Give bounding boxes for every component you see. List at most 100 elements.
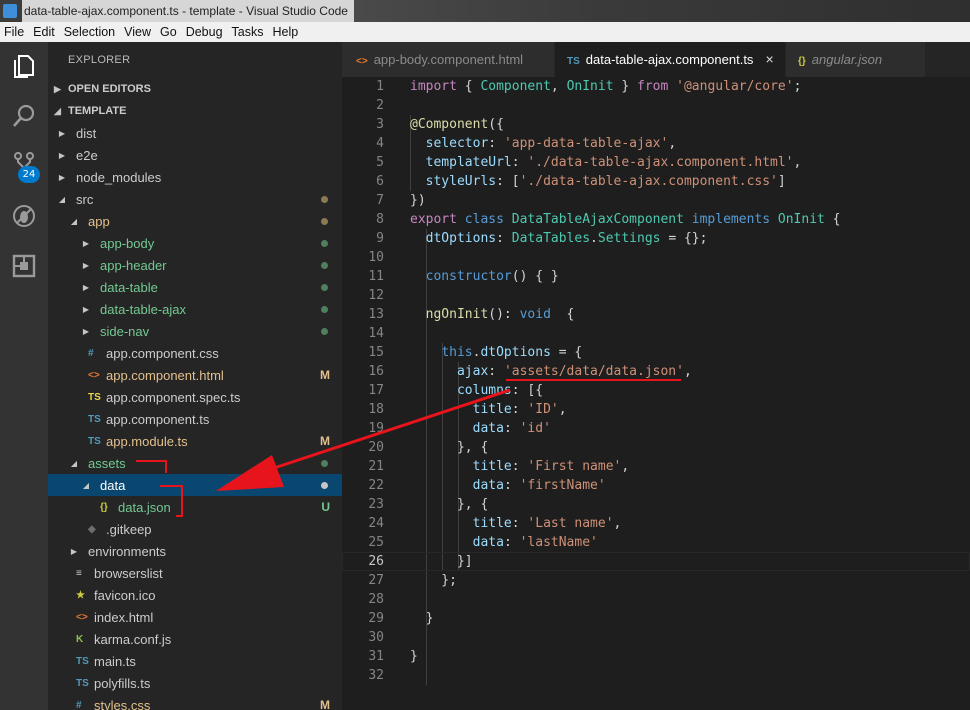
line-number: 19 (368, 421, 384, 436)
tree-file-app-module-ts[interactable]: TS app.module.ts M (48, 430, 342, 452)
code-line: 12 (342, 286, 970, 305)
json-file-icon: {} (798, 56, 806, 67)
code-editor[interactable]: 1 import { Component, OnInit } from '@ang… (342, 77, 970, 710)
tree-folder-app-body[interactable]: ▶ app-body (48, 232, 342, 254)
code-line: 31} (342, 647, 970, 666)
extensions-icon[interactable] (8, 250, 40, 282)
code-line: 24 title: 'Last name', (342, 514, 970, 533)
git-status-dot (321, 305, 328, 313)
explorer-sidebar: EXPLORER ▶ OPEN EDITORS ◢ TEMPLATE ▶ dist ▶ e… (48, 42, 342, 710)
tree-file-main-ts[interactable]: TS main.ts (48, 650, 342, 672)
line-number: 13 (368, 307, 384, 322)
debug-icon[interactable] (8, 200, 40, 232)
file-type-icon: K (76, 633, 84, 645)
search-icon[interactable] (8, 100, 40, 132)
line-number: 11 (368, 269, 384, 284)
tree-item-label: environments (88, 543, 167, 559)
tree-file-data-json[interactable]: {} data.json U (48, 496, 342, 518)
code-line: 7}) (342, 191, 970, 210)
tree-folder-side-nav[interactable]: ▶ side-nav (48, 320, 342, 342)
tree-file-browserslist[interactable]: ≡ browserslist (48, 562, 342, 584)
tree-item-label: app.component.html (106, 367, 224, 383)
open-editors-section[interactable]: ▶ OPEN EDITORS (48, 78, 342, 100)
tree-folder-dist[interactable]: ▶ dist (48, 122, 342, 144)
tree-folder-data[interactable]: ◢ data (48, 474, 342, 496)
code-line: 9 dtOptions: DataTables.Settings = {}; (342, 229, 970, 248)
file-type-icon: # (76, 699, 82, 710)
tree-item-label: app (88, 213, 110, 229)
menu-edit[interactable]: Edit (29, 25, 60, 39)
line-number: 29 (368, 611, 384, 626)
close-icon[interactable]: × (765, 51, 773, 67)
git-status-dot (321, 195, 328, 203)
menu-help[interactable]: Help (269, 25, 304, 39)
code-text: ajax: 'assets/data/data.json', (456, 364, 692, 379)
code-text: }, { (410, 497, 489, 512)
file-type-icon: <> (88, 369, 100, 381)
chevron-down-icon: ◢ (82, 480, 90, 490)
tree-folder-app[interactable]: ◢ app (48, 210, 342, 232)
menu-go[interactable]: Go (156, 25, 182, 39)
tree-item-label: app.module.ts (106, 433, 188, 449)
explorer-icon[interactable] (8, 50, 40, 82)
tree-folder-node-modules[interactable]: ▶ node_modules (48, 166, 342, 188)
code-line: 28 (342, 590, 970, 609)
tree-folder-assets[interactable]: ◢ assets (48, 452, 342, 474)
code-line: 22 data: 'firstName' (342, 476, 970, 495)
line-number: 9 (376, 231, 384, 246)
code-line: 4 selector: 'app-data-table-ajax', (342, 134, 970, 153)
code-text: selector: 'app-data-table-ajax', (425, 136, 677, 151)
menu-debug[interactable]: Debug (182, 25, 228, 39)
line-number: 15 (368, 345, 384, 360)
tab-app-body-component-html[interactable]: <> app-body.component.html (342, 42, 555, 77)
line-number: 5 (376, 155, 384, 170)
git-status-dot (321, 327, 328, 335)
line-number: 25 (368, 535, 384, 550)
tree-file-karma-conf-js[interactable]: Kkarma.conf.js (48, 628, 342, 650)
menu-tasks[interactable]: Tasks (228, 25, 269, 39)
line-number: 31 (368, 649, 384, 664)
tree-folder-e2e[interactable]: ▶ e2e (48, 144, 342, 166)
tree-file-app-component-css[interactable]: # app.component.css (48, 342, 342, 364)
tab-data-table-ajax-component-ts[interactable]: TS data-table-ajax.component.ts × (555, 42, 786, 77)
menu-file[interactable]: File (0, 25, 29, 39)
menu-view[interactable]: View (120, 25, 156, 39)
code-line: 19 data: 'id' (342, 419, 970, 438)
tree-file-styles-css[interactable]: # styles.css M (48, 694, 342, 710)
git-status-dot (321, 261, 328, 269)
tree-file-app-component-html[interactable]: <> app.component.html M (48, 364, 342, 386)
tree-file-index-html[interactable]: <> index.html (48, 606, 342, 628)
project-section[interactable]: ◢ TEMPLATE (48, 100, 342, 122)
tab-angular-json[interactable]: {} angular.json (786, 42, 926, 77)
line-number: 8 (376, 212, 384, 227)
line-number: 27 (368, 573, 384, 588)
tree-folder-app-header[interactable]: ▶ app-header (48, 254, 342, 276)
code-text: }] (410, 554, 473, 569)
chevron-right-icon: ▶ (58, 150, 66, 160)
line-number: 22 (368, 478, 384, 493)
tree-item-label: favicon.ico (94, 587, 156, 603)
line-number: 1 (376, 79, 384, 94)
tree-item-label: .gitkeep (106, 521, 152, 537)
source-control-badge: 24 (18, 166, 40, 183)
tree-folder-data-table[interactable]: ▶ data-table (48, 276, 342, 298)
code-text: dtOptions: DataTables.Settings = {}; (425, 231, 708, 246)
tree-folder-environments[interactable]: ▶ environments (48, 540, 342, 562)
tree-item-label: assets (88, 455, 126, 471)
code-text: templateUrl: './data-table-ajax.componen… (425, 155, 802, 170)
git-status-dot (321, 481, 328, 489)
git-status-dot (321, 283, 328, 291)
tree-file-app-component-spec-ts[interactable]: TS app.component.spec.ts (48, 386, 342, 408)
code-text: } (410, 611, 434, 626)
tab-label: data-table-ajax.component.ts (585, 52, 754, 67)
tree-folder-data-table-ajax[interactable]: ▶ data-table-ajax (48, 298, 342, 320)
tree-folder-src[interactable]: ◢ src (48, 188, 342, 210)
tree-file-gitkeep[interactable]: ◆ .gitkeep (48, 518, 342, 540)
menu-bar: File Edit Selection View Go Debug Tasks … (0, 22, 970, 42)
menu-selection[interactable]: Selection (60, 25, 120, 39)
tree-file-polyfills-ts[interactable]: TS polyfills.ts (48, 672, 342, 694)
tree-file-app-component-ts[interactable]: TS app.component.ts (48, 408, 342, 430)
code-line: 15 this.dtOptions = { (342, 343, 970, 362)
git-status-dot (321, 217, 328, 225)
tree-file-favicon-ico[interactable]: ★ favicon.ico (48, 584, 342, 606)
